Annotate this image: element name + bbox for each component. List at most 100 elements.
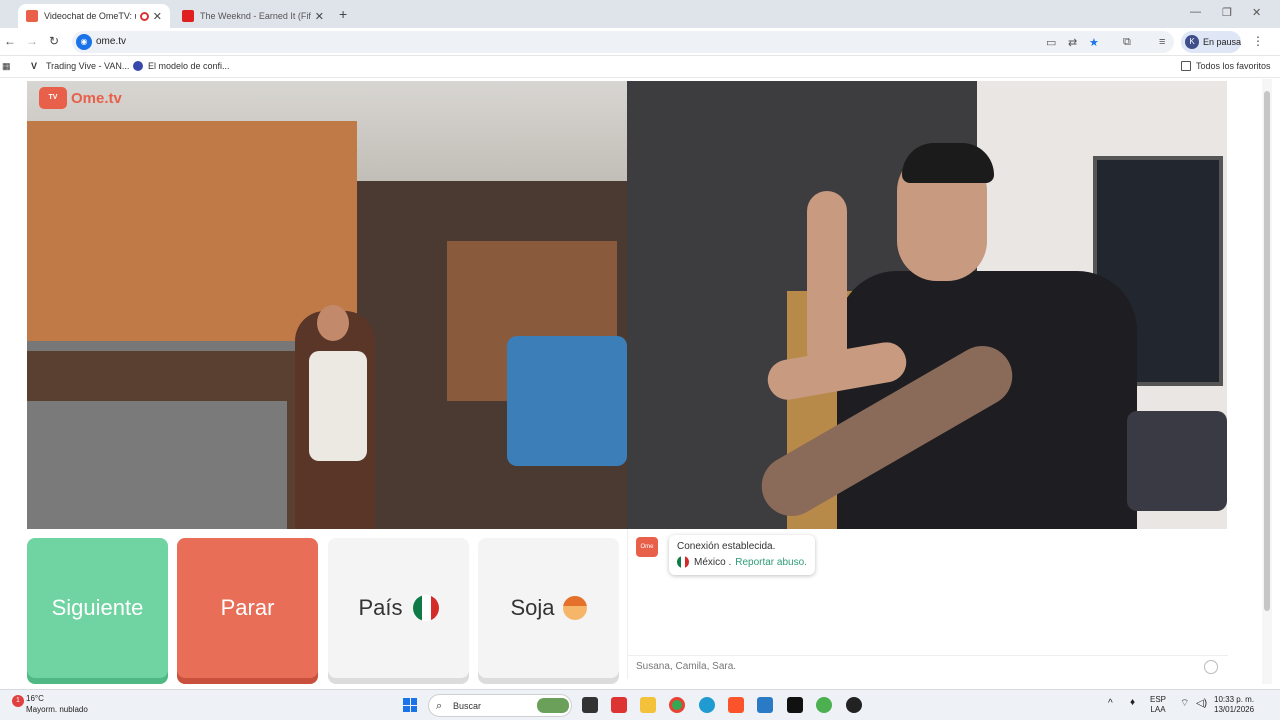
site-info-icon[interactable]: ◉ [76, 34, 92, 50]
edge-icon[interactable] [699, 697, 715, 713]
chat-input[interactable]: Susana, Camila, Sara. [628, 655, 1228, 677]
bookmarks-bar: ▦ V Trading Vive - VAN... El modelo de c… [0, 56, 1280, 78]
omnibox[interactable]: ◉ ome.tv ▭ ⇄ ★ ⧉ ≡ [72, 31, 1174, 53]
search-label: Buscar [453, 701, 482, 711]
country-label: País [358, 595, 403, 620]
forward-icon[interactable]: → [26, 34, 38, 48]
ometv-chat-logo: Ome TV [636, 537, 658, 570]
avatar: K [1185, 35, 1199, 49]
youtube-favicon-icon [182, 10, 194, 22]
next-label: Siguiente [51, 595, 144, 620]
apps-icon[interactable]: ▦ [2, 61, 11, 72]
mexico-flag-icon [677, 556, 689, 568]
search-highlight-image [537, 698, 569, 713]
country-button[interactable]: País [328, 538, 469, 678]
page-scrollbar[interactable] [1262, 79, 1272, 684]
recording-icon [139, 11, 149, 21]
notification-badge: 1 [12, 695, 24, 707]
bookmark-label: El modelo de confi... [148, 61, 230, 71]
stop-label: Parar [220, 595, 275, 620]
mexico-flag-icon [412, 595, 439, 621]
weather-widget[interactable]: 1 16°C Mayorm. nublado [8, 693, 88, 715]
system-message: Conexión establecida. México . Reportar … [669, 535, 815, 575]
bookmark-item[interactable]: El modelo de confi... [133, 61, 230, 71]
menu-icon[interactable]: ⋮ [1252, 34, 1264, 48]
tab-strip: Videochat de OmeTV: una ✕ The Weeknd - E… [0, 0, 1280, 28]
wifi-icon[interactable]: ⌔ [1180, 699, 1189, 709]
all-favorites[interactable]: Todos los favoritos [1181, 61, 1271, 71]
task-view-icon[interactable] [582, 697, 598, 713]
close-icon[interactable]: ✕ [315, 10, 324, 23]
bookmark-item[interactable]: V Trading Vive - VAN... [31, 61, 129, 71]
file-explorer-icon[interactable] [640, 697, 656, 713]
gender-label: Soja [510, 595, 555, 620]
ometv-page: TV Ome.tv Siguiente Parar País Soja Ome … [0, 79, 1280, 689]
close-window-icon[interactable]: ✕ [1252, 6, 1261, 19]
chrome-icon[interactable] [669, 697, 685, 713]
logo-tv-icon: TV [39, 87, 67, 109]
app-record-icon[interactable] [846, 697, 862, 713]
profile-button[interactable]: K En pausa [1181, 31, 1241, 53]
chevron-up-icon[interactable]: ^ [1108, 699, 1113, 709]
weather-temp: 16°C [26, 694, 44, 703]
next-button[interactable]: Siguiente [27, 538, 168, 678]
chat-logo-text: Ome TV [640, 544, 654, 570]
logo-text: Ome.tv [71, 89, 122, 107]
bookmark-label: Trading Vive - VAN... [46, 61, 130, 71]
bookmark-star-icon[interactable]: ★ [1089, 36, 1099, 49]
reload-icon[interactable]: ↻ [49, 34, 59, 48]
tab-youtube[interactable]: The Weeknd - Earned It (Fifty S ✕ [174, 4, 332, 28]
new-tab-icon[interactable]: + [339, 6, 347, 22]
language-indicator[interactable]: ESP LAA [1150, 695, 1166, 715]
store-icon[interactable] [757, 697, 773, 713]
tab-label: Videochat de OmeTV: una [44, 11, 136, 21]
lang-bottom: LAA [1150, 705, 1166, 714]
scroll-thumb[interactable] [1264, 91, 1270, 611]
chat-input-text: Susana, Camila, Sara. [636, 661, 737, 672]
brave-icon[interactable] [728, 697, 744, 713]
tab-label: The Weeknd - Earned It (Fifty S [200, 11, 311, 21]
translate-icon[interactable]: ⇄ [1068, 36, 1077, 49]
report-abuse-link[interactable]: Reportar abuso. [735, 557, 807, 568]
emoji-icon[interactable] [1204, 660, 1218, 674]
app-red-icon[interactable] [611, 697, 627, 713]
tradingview-icon[interactable] [787, 697, 803, 713]
clock-time: 10:33 p. m. [1214, 695, 1255, 704]
connection-status: Conexión establecida. [677, 541, 776, 552]
screen: { "browser": { "tabs": [ {"label": "Vide… [0, 0, 1280, 720]
weather-desc: Mayorm. nublado [26, 705, 88, 714]
bookmark-favicon-icon [133, 61, 143, 71]
partner-country: México . [694, 556, 732, 568]
stop-button[interactable]: Parar [177, 538, 318, 678]
media-control-icon[interactable]: ≡ [1159, 36, 1165, 48]
lang-top: ESP [1150, 695, 1167, 704]
local-video: TV Ome.tv [27, 81, 627, 529]
clock[interactable]: 10:33 p. m. 13/01/2026 [1214, 695, 1254, 715]
start-icon[interactable] [403, 698, 417, 712]
profile-label: En pausa [1202, 37, 1242, 47]
minimize-icon[interactable]: — [1190, 6, 1201, 18]
app-green-icon[interactable] [816, 697, 832, 713]
remote-video [627, 81, 1227, 529]
boy-face-icon [562, 596, 587, 620]
cast-icon[interactable]: ▭ [1046, 36, 1056, 49]
folder-icon [1181, 61, 1191, 71]
address-bar-row: ← → ↻ ◉ ome.tv ▭ ⇄ ★ ⧉ ≡ K En pausa ⋮ [0, 28, 1280, 56]
url-text: ome.tv [96, 36, 127, 47]
trading-vive-icon: V [31, 61, 38, 71]
volume-icon[interactable]: ◁) [1196, 699, 1207, 709]
search-icon: ⌕ [436, 700, 443, 712]
back-icon[interactable]: ← [4, 34, 16, 48]
taskbar: 1 16°C Mayorm. nublado ⌕ Buscar ^ ♦ ESP … [0, 689, 1280, 720]
taskbar-search[interactable]: ⌕ Buscar [428, 694, 572, 717]
ometv-logo: TV Ome.tv [39, 87, 122, 109]
all-favorites-label: Todos los favoritos [1196, 61, 1271, 71]
microphone-icon[interactable]: ♦ [1130, 698, 1135, 708]
tab-ometv[interactable]: Videochat de OmeTV: una ✕ [18, 4, 170, 28]
ometv-favicon-icon [26, 10, 38, 22]
close-icon[interactable]: ✕ [153, 10, 162, 23]
maximize-icon[interactable]: ❐ [1222, 6, 1232, 19]
extensions-icon[interactable]: ⧉ [1123, 36, 1131, 49]
chat-panel: Ome TV Conexión establecida. México . Re… [627, 529, 1228, 679]
gender-button[interactable]: Soja [478, 538, 619, 678]
